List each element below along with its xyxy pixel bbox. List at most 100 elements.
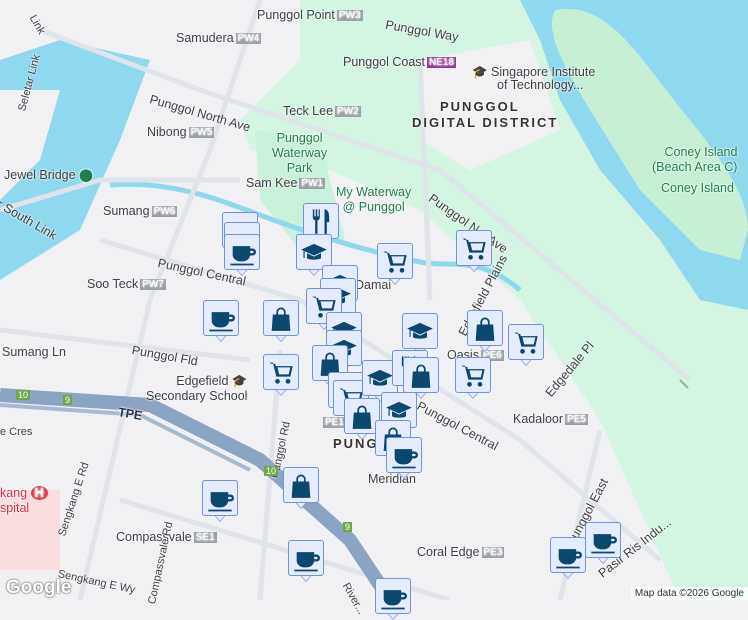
marker-box [263, 354, 299, 390]
hospital-icon: H [30, 486, 48, 500]
poi-hospital[interactable]: kang Hspital [0, 486, 48, 516]
station-badge: PW5 [188, 127, 215, 138]
coffee-icon [208, 492, 234, 512]
park-label: My Waterway @ Punggol [336, 185, 411, 215]
fork-knife-icon [312, 209, 330, 234]
label-text: Edgefield [176, 374, 229, 388]
map-marker-coffee[interactable] [375, 578, 411, 620]
map-marker-coffee[interactable] [550, 537, 586, 579]
place-label: Teck Lee PW2 [283, 104, 361, 118]
school-icon: 🎓 [231, 374, 248, 388]
map-marker-coffee[interactable] [202, 480, 238, 522]
marker-box [508, 324, 544, 360]
map-marker-coffee[interactable] [288, 540, 324, 582]
place-label: Sumang PW6 [103, 204, 178, 218]
map-marker-cart[interactable] [508, 324, 544, 366]
map-marker-bag[interactable] [467, 310, 503, 352]
place-label: Coral Edge PE3 [417, 545, 505, 559]
map-marker-bag[interactable] [263, 300, 299, 342]
route-shield: 9 [343, 522, 353, 532]
graduation-cap-icon [301, 243, 327, 260]
marker-box [377, 243, 413, 279]
label-text: Punggol Coast [343, 55, 426, 69]
road-label: Sumang Ln [2, 345, 66, 359]
map-marker-cart[interactable] [263, 354, 299, 396]
bag-icon [352, 405, 372, 429]
marker-box [585, 522, 621, 558]
label-text: Sumang [103, 204, 150, 218]
marker-box [403, 357, 439, 393]
cart-icon [514, 332, 538, 354]
place-label: Samudera PW4 [176, 31, 262, 45]
poi-edgefield-school[interactable]: Edgefield 🎓 Secondary School [146, 374, 247, 404]
station-badge: PE3 [481, 547, 505, 558]
marker-box [283, 467, 319, 503]
bag-icon [271, 307, 291, 331]
poi-sit[interactable]: 🎓 Singapore Institute of Technology... [472, 66, 595, 92]
map-marker-cart[interactable] [377, 243, 413, 285]
marker-box [550, 537, 586, 573]
label-text: Coney Island [664, 145, 738, 159]
place-label: Soo Teck PW7 [87, 277, 166, 291]
place-label: Punggol Coast NE18 [343, 55, 457, 69]
label-text: (Beach Area C) [652, 160, 738, 174]
coffee-icon [209, 312, 235, 332]
station-badge: PW1 [299, 178, 326, 189]
label-text: Soo Teck [87, 277, 139, 291]
station-badge: PW6 [151, 206, 178, 217]
bag-icon [291, 474, 311, 498]
label-text: of Technology... [497, 78, 584, 92]
station-badge: PE5 [565, 414, 588, 425]
marker-box [263, 300, 299, 336]
map-attribution[interactable]: Map data ©2026 Google [630, 587, 748, 600]
district-label: PUNGGOL [440, 99, 520, 114]
station-badge: PW3 [336, 10, 363, 21]
marker-box [375, 578, 411, 614]
route-shield: 9 [63, 395, 73, 405]
label-text: Punggol [276, 131, 323, 145]
map-marker-coffee[interactable] [386, 437, 422, 479]
map-marker-cart[interactable] [456, 230, 492, 272]
station-badge: PW2 [335, 106, 361, 117]
label-text: My Waterway [336, 185, 412, 199]
label-text: Sam Kee [246, 176, 298, 190]
label-text: Jewel Bridge [4, 168, 76, 182]
route-shield: 10 [16, 390, 31, 400]
marker-box [202, 480, 238, 516]
map-marker-bag[interactable] [283, 467, 319, 509]
graduation-cap-icon [407, 322, 433, 339]
park-label: Punggol Waterway Park [272, 131, 327, 176]
label-text: Secondary School [146, 389, 248, 403]
label-text: Compassvale [116, 530, 192, 544]
station-badge: PW4 [235, 33, 262, 44]
label-text: Coral Edge [417, 545, 480, 559]
bag-icon [411, 364, 431, 388]
station-badge: SE1 [193, 532, 217, 543]
cart-icon [383, 251, 407, 273]
place-label: Kadaloor PE5 [513, 412, 588, 426]
label-text: Kadaloor [513, 412, 564, 426]
label-text: Singapore Institute [491, 65, 596, 79]
route-shield: 10 [264, 466, 279, 476]
label-text: Waterway [272, 146, 328, 160]
marker-box [455, 357, 491, 393]
label-text: Park [286, 161, 313, 175]
bag-icon [475, 317, 495, 341]
school-icon: 🎓 [472, 65, 492, 79]
coffee-icon [230, 246, 256, 266]
map-marker-coffee[interactable] [224, 234, 260, 276]
map-marker-cart[interactable] [455, 357, 491, 399]
coffee-icon [591, 534, 617, 554]
place-label: Jewel Bridge ⬤ [4, 167, 93, 182]
map-marker-graduation-cap[interactable] [402, 313, 438, 355]
label-text: kang [0, 486, 28, 500]
google-logo[interactable]: Google [6, 577, 71, 599]
map-marker-coffee[interactable] [585, 522, 621, 564]
place-label: Punggol Point PW3 [257, 8, 363, 22]
map-marker-coffee[interactable] [203, 300, 239, 342]
map-canvas[interactable] [0, 0, 748, 600]
district-label: DIGITAL DISTRICT [412, 115, 559, 130]
coffee-icon [294, 552, 320, 572]
label-text: Samudera [176, 31, 234, 45]
coffee-icon [556, 549, 582, 569]
